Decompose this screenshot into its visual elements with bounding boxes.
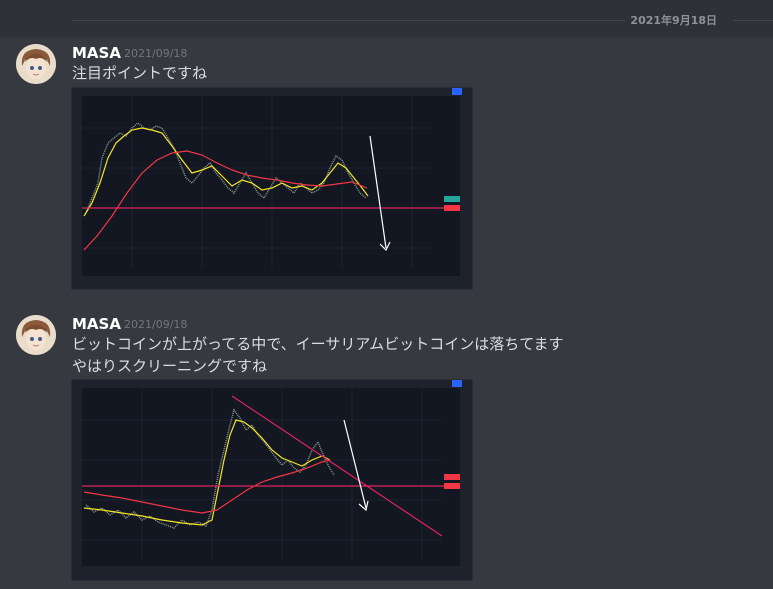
author-name[interactable]: MASA xyxy=(72,315,121,333)
divider-line xyxy=(733,20,773,21)
message-timestamp: 2021/09/18 xyxy=(124,47,188,60)
author-name[interactable]: MASA xyxy=(72,44,121,62)
tradingview-chart xyxy=(72,380,472,580)
message-line: ビットコインが上がってる中で、イーサリアムビットコインは落ちてます xyxy=(72,335,564,353)
message-content: 注目ポイントですね xyxy=(72,62,207,84)
message-line: 注目ポイントですね xyxy=(72,64,208,82)
message-2: MASA 2021/09/18 ビットコインが上がってる中で、イーサリアムビット… xyxy=(0,311,773,589)
message-1: MASA 2021/09/18 注目ポイントですね xyxy=(0,40,773,295)
divider-line xyxy=(72,20,625,21)
message-content: ビットコインが上がってる中で、イーサリアムビットコインは落ちてます やはりスクリ… xyxy=(72,333,564,377)
message-timestamp: 2021/09/18 xyxy=(124,318,188,331)
chart-image-2[interactable] xyxy=(71,379,473,581)
avatar[interactable] xyxy=(16,44,56,84)
avatar-image xyxy=(16,315,56,355)
avatar[interactable] xyxy=(16,315,56,355)
tradingview-chart xyxy=(72,88,472,289)
avatar-image xyxy=(16,44,56,84)
chart-image-1[interactable] xyxy=(71,87,473,290)
message-line: やはりスクリーニングですね xyxy=(72,357,268,375)
divider-date: 2021年9月18日 xyxy=(630,14,717,27)
date-divider: 2021年9月18日 xyxy=(72,12,773,28)
